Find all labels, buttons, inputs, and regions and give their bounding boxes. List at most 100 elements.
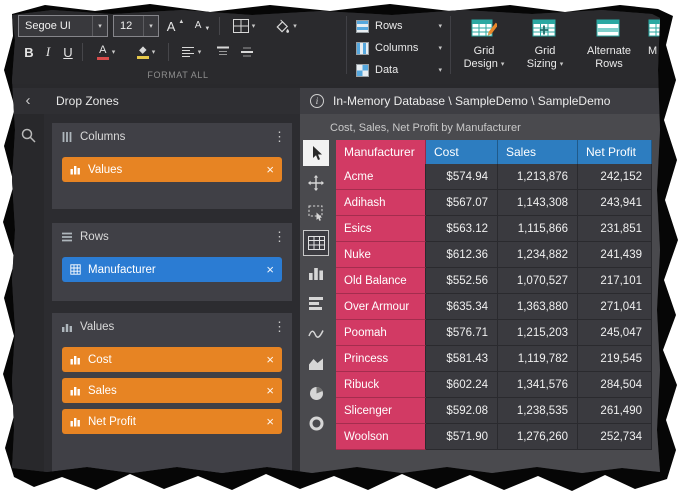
column-header-sales[interactable]: Sales bbox=[498, 140, 578, 164]
value-cell[interactable]: 271,041 bbox=[578, 294, 652, 320]
drop-area[interactable]: Cost× Sales× Net Profit× bbox=[52, 347, 292, 434]
remove-pill-button[interactable]: × bbox=[266, 414, 274, 429]
value-cell[interactable]: $602.24 bbox=[426, 372, 498, 398]
value-cell[interactable]: $574.94 bbox=[426, 164, 498, 190]
value-cell[interactable]: 1,341,576 bbox=[498, 372, 578, 398]
remove-pill-button[interactable]: × bbox=[266, 383, 274, 398]
value-cell[interactable]: 1,143,308 bbox=[498, 190, 578, 216]
column-header-net-profit[interactable]: Net Profit bbox=[578, 140, 652, 164]
value-cell[interactable]: 217,101 bbox=[578, 268, 652, 294]
value-cell[interactable]: 1,213,876 bbox=[498, 164, 578, 190]
search-icon[interactable] bbox=[20, 127, 36, 143]
underline-button[interactable]: U bbox=[58, 41, 78, 63]
font-color-button[interactable]: A ▾ bbox=[88, 41, 124, 63]
font-family-select[interactable]: Segoe UI ▾ bbox=[18, 15, 108, 37]
value-cell[interactable]: 219,545 bbox=[578, 346, 652, 372]
remove-pill-button[interactable]: × bbox=[266, 262, 274, 277]
value-cell[interactable]: 1,215,203 bbox=[498, 320, 578, 346]
value-cell[interactable]: 1,115,866 bbox=[498, 216, 578, 242]
increase-font-icon: ▲ bbox=[178, 19, 184, 25]
column-header-manufacturer[interactable]: Manufacturer bbox=[336, 140, 426, 164]
info-icon[interactable]: i bbox=[310, 94, 324, 108]
decrease-font-button[interactable]: A▼ bbox=[190, 15, 215, 37]
value-cell[interactable]: 243,941 bbox=[578, 190, 652, 216]
ring-chart-tool[interactable] bbox=[303, 410, 329, 436]
vertical-align-middle-button[interactable] bbox=[236, 41, 258, 63]
value-cell[interactable]: 1,234,882 bbox=[498, 242, 578, 268]
grid-visualization-tool[interactable] bbox=[303, 230, 329, 256]
line-chart-tool[interactable] bbox=[303, 320, 329, 346]
ribbon-menu-columns[interactable]: Columns ▾ bbox=[356, 38, 442, 58]
zone-menu-button[interactable]: ⋮ bbox=[273, 229, 283, 245]
pie-chart-tool[interactable] bbox=[303, 380, 329, 406]
increase-font-button[interactable]: A▲ bbox=[163, 15, 188, 37]
value-cell[interactable]: 1,119,782 bbox=[498, 346, 578, 372]
collapse-panel-button[interactable]: ‹ bbox=[12, 88, 44, 114]
fill-color-button[interactable]: ▾ bbox=[267, 15, 305, 37]
value-cell[interactable]: 245,047 bbox=[578, 320, 652, 346]
grid-sizing-button[interactable]: Grid Sizing▾ bbox=[516, 13, 574, 81]
value-cell[interactable]: 1,238,535 bbox=[498, 398, 578, 424]
horizontal-bar-tool[interactable] bbox=[303, 290, 329, 316]
value-cell[interactable]: 261,490 bbox=[578, 398, 652, 424]
pill-sales[interactable]: Sales× bbox=[62, 378, 282, 403]
value-cell[interactable]: 1,070,527 bbox=[498, 268, 578, 294]
ribbon-menu-rows[interactable]: Rows ▾ bbox=[356, 16, 442, 36]
value-cell[interactable]: 1,276,260 bbox=[498, 424, 578, 450]
grid-design-button[interactable]: Grid Design▾ bbox=[456, 13, 512, 81]
value-cell[interactable]: $612.36 bbox=[426, 242, 498, 268]
value-cell[interactable]: $567.07 bbox=[426, 190, 498, 216]
value-cell[interactable]: $576.71 bbox=[426, 320, 498, 346]
ribbon-menu-data[interactable]: Data ▾ bbox=[356, 60, 442, 80]
font-size-select[interactable]: 12 ▾ bbox=[113, 15, 159, 37]
row-header-cell[interactable]: Adihash bbox=[336, 190, 426, 216]
borders-button[interactable]: ▾ bbox=[225, 15, 263, 37]
zone-menu-button[interactable]: ⋮ bbox=[273, 319, 283, 335]
row-header-cell[interactable]: Esics bbox=[336, 216, 426, 242]
drop-area[interactable]: Values× bbox=[52, 157, 292, 182]
alternate-rows-button[interactable]: Alternate Rows bbox=[578, 13, 640, 81]
vertical-align-top-button[interactable] bbox=[212, 41, 234, 63]
value-cell[interactable]: $563.12 bbox=[426, 216, 498, 242]
row-header-cell[interactable]: Over Armour bbox=[336, 294, 426, 320]
value-cell[interactable]: $592.08 bbox=[426, 398, 498, 424]
value-cell[interactable]: 1,363,880 bbox=[498, 294, 578, 320]
value-cell[interactable]: $571.90 bbox=[426, 424, 498, 450]
value-cell[interactable]: $635.34 bbox=[426, 294, 498, 320]
column-header-cost[interactable]: Cost bbox=[426, 140, 498, 164]
pan-tool[interactable] bbox=[303, 170, 329, 196]
pill-cost[interactable]: Cost× bbox=[62, 347, 282, 372]
more-ribbon-button[interactable]: M bbox=[642, 13, 660, 81]
highlight-color-button[interactable]: ▾ bbox=[128, 41, 164, 63]
pill-values[interactable]: Values× bbox=[62, 157, 282, 182]
value-cell[interactable]: 231,851 bbox=[578, 216, 652, 242]
remove-pill-button[interactable]: × bbox=[266, 352, 274, 367]
row-header-cell[interactable]: Woolson bbox=[336, 424, 426, 450]
value-cell[interactable]: $552.56 bbox=[426, 268, 498, 294]
pointer-tool[interactable] bbox=[303, 140, 329, 166]
row-header-cell[interactable]: Slicenger bbox=[336, 398, 426, 424]
value-cell[interactable]: 241,439 bbox=[578, 242, 652, 268]
remove-pill-button[interactable]: × bbox=[266, 162, 274, 177]
italic-button[interactable]: I bbox=[40, 41, 56, 63]
chevron-down-icon: ▾ bbox=[152, 48, 156, 56]
pill-net-profit[interactable]: Net Profit× bbox=[62, 409, 282, 434]
row-header-cell[interactable]: Old Balance bbox=[336, 268, 426, 294]
value-cell[interactable]: 252,734 bbox=[578, 424, 652, 450]
bold-button[interactable]: B bbox=[20, 41, 38, 63]
value-cell[interactable]: 284,504 bbox=[578, 372, 652, 398]
marquee-select-tool[interactable] bbox=[303, 200, 329, 226]
row-header-cell[interactable]: Acme bbox=[336, 164, 426, 190]
area-chart-tool[interactable] bbox=[303, 350, 329, 376]
row-header-cell[interactable]: Princess bbox=[336, 346, 426, 372]
drop-area[interactable]: Manufacturer× bbox=[52, 257, 292, 282]
text-align-button[interactable]: ▾ bbox=[174, 41, 208, 63]
row-header-cell[interactable]: Poomah bbox=[336, 320, 426, 346]
row-header-cell[interactable]: Ribuck bbox=[336, 372, 426, 398]
zone-menu-button[interactable]: ⋮ bbox=[273, 129, 283, 145]
value-cell[interactable]: $581.43 bbox=[426, 346, 498, 372]
pill-manufacturer[interactable]: Manufacturer× bbox=[62, 257, 282, 282]
value-cell[interactable]: 242,152 bbox=[578, 164, 652, 190]
row-header-cell[interactable]: Nuke bbox=[336, 242, 426, 268]
bar-chart-tool[interactable] bbox=[303, 260, 329, 286]
